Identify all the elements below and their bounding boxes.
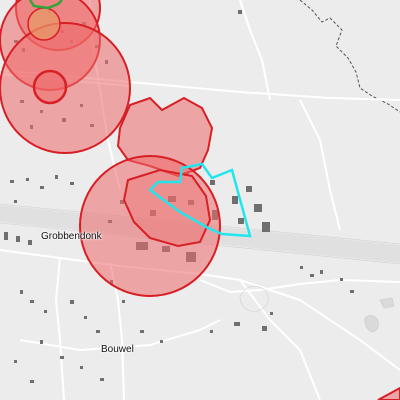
map-canvas[interactable]: Grobbendonk Bouwel (0, 0, 400, 400)
buffer-circle-inner-top (27, 7, 61, 41)
place-label-bouwel: Bouwel (101, 344, 134, 355)
map-svg (0, 0, 400, 400)
buffer-circle-small (32, 69, 68, 105)
place-label-grobbendonk: Grobbendonk (41, 231, 102, 242)
